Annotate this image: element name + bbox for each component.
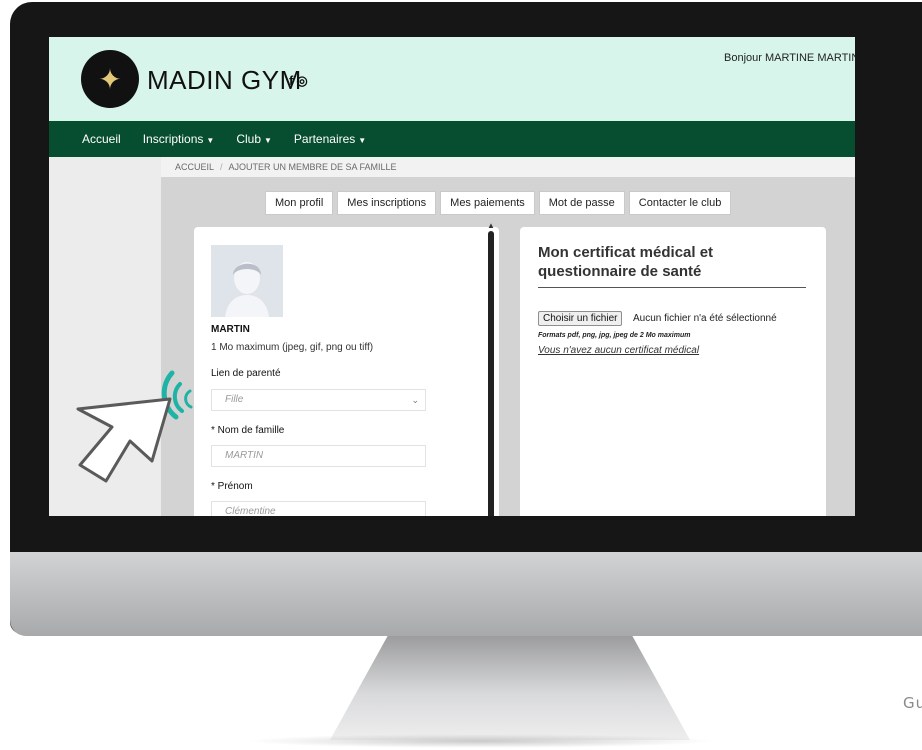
nav-partenaires[interactable]: Partenaires ▼	[294, 132, 366, 146]
caret-down-icon: ▼	[264, 136, 272, 145]
tab-mes-paiements[interactable]: Mes paiements	[440, 191, 535, 215]
nav-club[interactable]: Club ▼	[236, 132, 272, 146]
cursor-click-icon	[76, 370, 193, 483]
chevron-down-icon: ⌄	[411, 395, 419, 405]
site-header: ✦ MADIN GYM f ◎ Bonjour MARTINE MARTIN	[49, 37, 855, 121]
member-name: MARTIN	[211, 324, 250, 335]
file-status: Aucun fichier n'a été sélectionné	[633, 313, 777, 324]
gymnast-logo-icon[interactable]: ✦	[81, 50, 139, 108]
tab-mot-de-passe[interactable]: Mot de passe	[538, 191, 625, 215]
breadcrumb-home[interactable]: ACCUEIL	[175, 162, 214, 172]
no-certificate-link[interactable]: Vous n'avez aucun certificat médical	[538, 345, 699, 356]
stand-shadow	[245, 734, 715, 748]
main-navbar: Accueil Inscriptions ▼ Club ▼ Partenaires ▼	[49, 121, 855, 157]
nav-label: Inscriptions	[142, 132, 204, 146]
user-greeting[interactable]: Bonjour MARTINE MARTIN	[724, 52, 855, 64]
nav-label: Accueil	[82, 132, 121, 146]
certificate-card: Mon certificat médical et questionnaire …	[520, 227, 826, 516]
tab-mes-inscriptions[interactable]: Mes inscriptions	[337, 191, 437, 215]
file-formats-hint: Formats pdf, png, jpg, jpeg de 2 Mo maxi…	[538, 332, 691, 339]
firstname-input[interactable]: Clémentine	[211, 501, 426, 516]
profile-tabs: Mon profil Mes inscriptions Mes paiement…	[265, 191, 732, 215]
firstname-label: * Prénom	[211, 481, 253, 492]
member-form-card: ▲ MARTIN 1 Mo maximum (jpeg, gif, png ou…	[194, 221, 499, 516]
relation-label: Lien de parenté	[211, 368, 281, 379]
tab-mon-profil[interactable]: Mon profil	[265, 191, 334, 215]
surname-value: MARTIN	[225, 450, 264, 461]
surname-label: * Nom de famille	[211, 425, 285, 436]
surname-input[interactable]: MARTIN	[211, 445, 426, 467]
caret-down-icon: ▼	[206, 136, 215, 145]
nav-inscriptions[interactable]: Inscriptions ▼	[143, 132, 215, 146]
relation-value: Fille	[225, 394, 244, 405]
nav-label: Partenaires	[293, 132, 356, 146]
breadcrumb: ACCUEIL / AJOUTER UN MEMBRE DE SA FAMILLE	[161, 157, 855, 177]
choose-file-button[interactable]: Choisir un fichier	[538, 311, 623, 326]
brand-title[interactable]: MADIN GYM	[147, 65, 302, 96]
watermark-text: Gu	[903, 694, 922, 712]
facebook-icon[interactable]: f	[289, 73, 293, 88]
nav-accueil[interactable]: Accueil	[82, 132, 121, 146]
avatar-placeholder-icon[interactable]	[211, 245, 283, 317]
social-links: f ◎	[289, 73, 311, 89]
firstname-value: Clémentine	[225, 506, 276, 516]
instagram-icon[interactable]: ◎	[296, 73, 307, 88]
nav-label: Club	[236, 132, 261, 146]
scroll-up-icon[interactable]: ▲	[487, 221, 495, 230]
monitor-stand	[330, 636, 690, 740]
certificate-title: Mon certificat médical et questionnaire …	[538, 243, 806, 288]
photo-size-hint: 1 Mo maximum (jpeg, gif, png ou tiff)	[211, 342, 374, 353]
tab-contacter-le-club[interactable]: Contacter le club	[628, 191, 732, 215]
caret-down-icon: ▼	[358, 136, 367, 145]
relation-select[interactable]: Fille ⌄	[211, 389, 426, 411]
scrollbar[interactable]	[488, 231, 494, 516]
breadcrumb-separator: /	[220, 162, 223, 172]
breadcrumb-current: AJOUTER UN MEMBRE DE SA FAMILLE	[228, 162, 397, 172]
monitor-chin	[10, 552, 922, 636]
